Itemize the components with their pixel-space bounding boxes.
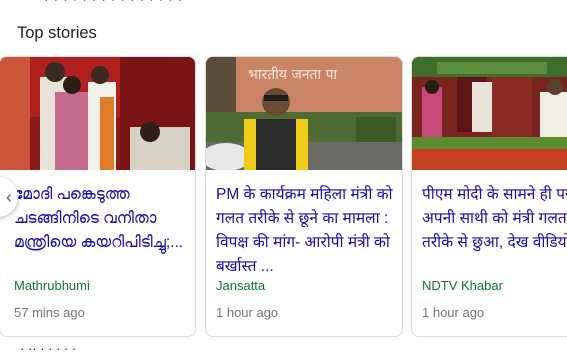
story-headline[interactable]: PM के कार्यक्रम महिला मंत्री को गलत तरीक… — [216, 183, 396, 279]
chevron-left-icon: ‹ — [6, 186, 12, 207]
story-source: Mathrubhumi — [14, 278, 90, 293]
story-card[interactable]: മോദി പങ്കെടുത്ത ചടങ്ങിനിടെ വനിതാ മന്ത്രി… — [0, 56, 196, 337]
top-stories-heading: Top stories — [17, 24, 97, 42]
story-card[interactable]: भारतीय जनता पा PM के कार्यक्रम महिला मंत… — [205, 56, 403, 337]
story-headline[interactable]: पीएम मोदी के सामने ही पर अपनी साथी को मं… — [422, 183, 567, 255]
story-card[interactable]: पीएम मोदी के सामने ही पर अपनी साथी को मं… — [411, 56, 567, 337]
sign-text: भारतीय जनता पा — [248, 66, 338, 83]
story-thumbnail: भारतीय जनता पा — [206, 57, 402, 170]
story-thumbnail — [412, 57, 567, 170]
story-time: 57 mins ago — [14, 305, 85, 320]
story-time: 1 hour ago — [422, 305, 485, 320]
story-source: NDTV Khabar — [422, 278, 503, 293]
story-source: Jansatta — [216, 278, 266, 293]
story-time: 1 hour ago — [216, 305, 279, 320]
story-headline[interactable]: മോദി പങ്കെടുത്ത ചടങ്ങിനിടെ വനിതാ മന്ത്രി… — [14, 183, 189, 255]
clipped-top-text: · · · · · · · · · · · · · · · — [44, 0, 183, 7]
story-thumbnail — [0, 57, 195, 170]
